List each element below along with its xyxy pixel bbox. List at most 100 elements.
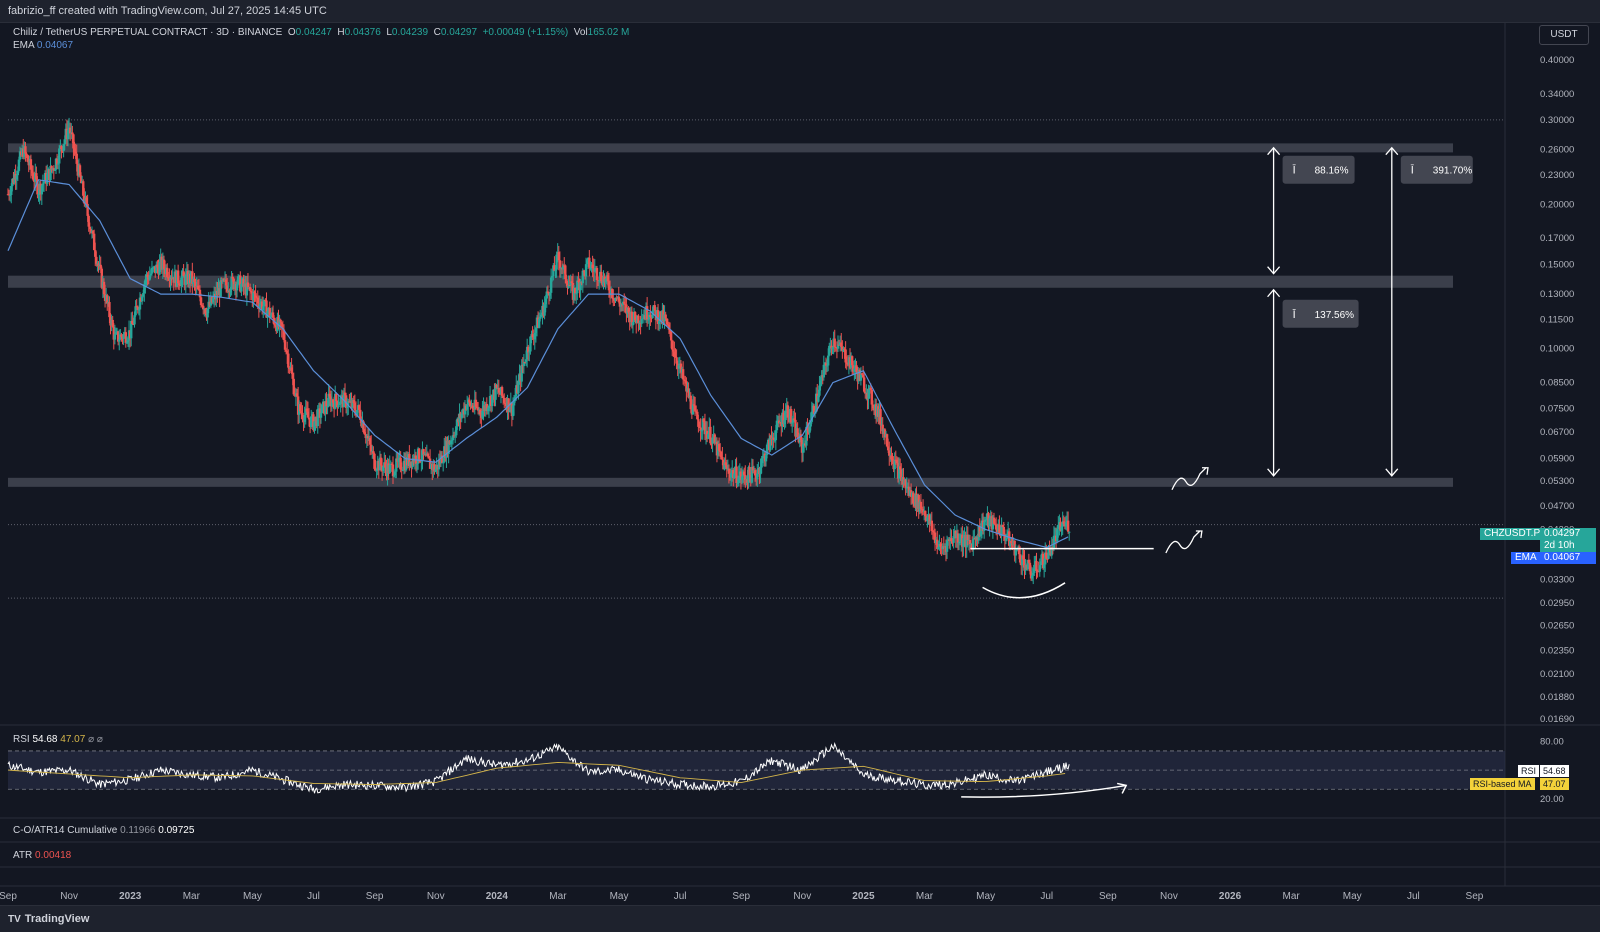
footer-bar: TV TradingView <box>0 905 1600 932</box>
candle-body <box>1066 520 1070 532</box>
measure-label: 137.56% <box>1315 310 1355 321</box>
time-tick-label: Nov <box>793 891 811 902</box>
price-chart[interactable]: Ī88.16%Ī137.56%Ī391.70% 0.460000.400000.… <box>0 0 1600 905</box>
time-tick-label: Nov <box>60 891 78 902</box>
co-atr-value-1: 0.11966 <box>120 825 156 836</box>
open-value: 0.04247 <box>295 27 332 38</box>
ema-axis-label: EMA <box>1511 552 1540 564</box>
time-tick-label: Jul <box>1407 891 1420 902</box>
price-tick-label: 0.05900 <box>1540 454 1574 465</box>
candle-body <box>246 282 250 288</box>
measure-label: 88.16% <box>1315 166 1349 177</box>
candle-body <box>307 417 311 420</box>
price-tick-label: 0.03300 <box>1540 575 1574 586</box>
price-tick-label: 0.40000 <box>1540 55 1574 66</box>
price-tick-label: 0.01690 <box>1540 714 1574 725</box>
time-tick-label: May <box>976 891 995 902</box>
candle-body <box>417 448 421 462</box>
tv-logo-icon[interactable]: TV TradingView <box>8 913 89 925</box>
time-tick-label: May <box>243 891 262 902</box>
rsi-axis-tag: 54.68 <box>1540 765 1569 777</box>
co-atr-value-2: 0.09725 <box>158 825 195 836</box>
price-tick-label: 0.02650 <box>1540 620 1574 631</box>
resistance-zone <box>8 143 1453 153</box>
candle-body <box>88 226 92 230</box>
measure-label: 391.70% <box>1433 166 1473 177</box>
price-tick-label: 0.34000 <box>1540 89 1574 100</box>
price-tick-label: 0.20000 <box>1540 199 1574 210</box>
currency-button[interactable]: USDT <box>1539 25 1589 45</box>
rsi-axis-label: RSI <box>1518 765 1540 777</box>
time-tick-label: Nov <box>1160 891 1178 902</box>
candle-body <box>871 404 875 409</box>
price-tick-label: 0.17000 <box>1540 233 1574 244</box>
ema-axis-tag: 0.04067 <box>1540 552 1596 564</box>
candle-body <box>1035 561 1038 571</box>
brand-name: TradingView <box>24 913 90 925</box>
time-tick-label: Sep <box>732 891 750 902</box>
rsi-value: 54.68 <box>32 734 58 745</box>
time-tick-label: Mar <box>183 891 201 902</box>
rsi-legend: RSI 54.68 47.07 ⌀ ⌀ <box>13 734 103 745</box>
time-tick-label: Mar <box>549 891 567 902</box>
open-label: O <box>287 27 296 38</box>
close-label: C <box>433 27 441 38</box>
price-tick-label: 0.02350 <box>1540 645 1574 656</box>
time-tick-label: Jul <box>307 891 320 902</box>
time-tick-label: May <box>1343 891 1362 902</box>
time-tick-label: Jul <box>1040 891 1053 902</box>
candle-body <box>709 426 712 444</box>
rsi-tick-label: 20.00 <box>1540 794 1564 805</box>
last-price-tag: 0.04297 <box>1540 528 1596 540</box>
price-tick-label: 0.30000 <box>1540 115 1574 126</box>
candle-body <box>833 338 836 348</box>
price-tick-label: 0.02100 <box>1540 669 1574 680</box>
time-tick-label: 2025 <box>852 891 875 902</box>
time-tick-label: Mar <box>916 891 934 902</box>
price-tick-label: 0.10000 <box>1540 344 1574 355</box>
symbol-price-tag: CHZUSDT.P <box>1480 528 1540 540</box>
high-value: 0.04376 <box>344 27 381 38</box>
change-value: +0.00049 (+1.15%) <box>482 27 569 38</box>
price-tick-label: 0.11500 <box>1540 315 1574 326</box>
ema-value: 0.04067 <box>36 40 74 51</box>
time-tick-label: Sep <box>366 891 384 902</box>
price-tick-label: 0.04700 <box>1540 501 1574 512</box>
atr-value: 0.00418 <box>35 850 72 861</box>
price-tick-label: 0.26000 <box>1540 145 1574 156</box>
co-atr-legend: C-O/ATR14 Cumulative 0.11966 0.09725 <box>13 825 194 836</box>
candle-body <box>319 413 323 418</box>
candle-body <box>1018 554 1022 563</box>
candle-body <box>786 405 790 418</box>
symbol-title: Chiliz / TetherUS PERPETUAL CONTRACT · 3… <box>13 27 283 38</box>
candle-body <box>721 457 724 460</box>
time-tick-label: Nov <box>427 891 445 902</box>
close-value: 0.04297 <box>440 27 478 38</box>
price-tick-label: 0.13000 <box>1540 289 1574 300</box>
candle-body <box>335 393 338 402</box>
candle-body <box>826 355 830 366</box>
candle-body <box>134 306 137 316</box>
candle-body <box>912 492 915 504</box>
atr-legend: ATR 0.00418 <box>13 850 71 861</box>
candle-body <box>962 538 965 547</box>
time-tick-label: 2023 <box>119 891 142 902</box>
candle-body <box>664 314 667 319</box>
time-tick-label: Sep <box>1466 891 1484 902</box>
bounce-arrow <box>1165 530 1201 554</box>
time-tick-label: May <box>610 891 629 902</box>
rsi-ma-value: 47.07 <box>60 734 86 745</box>
rsi-ma-axis-label: RSI-based MA <box>1470 778 1535 790</box>
candle-body <box>653 305 656 311</box>
price-tick-label: 0.02950 <box>1540 598 1574 609</box>
price-tick-label: 0.01880 <box>1540 692 1574 703</box>
price-tick-label: 0.05300 <box>1540 476 1574 487</box>
time-tick-label: 2026 <box>1219 891 1242 902</box>
price-tick-label: 0.06700 <box>1540 427 1574 438</box>
symbol-legend: Chiliz / TetherUS PERPETUAL CONTRACT · 3… <box>13 27 629 38</box>
countdown-tag: 2d 10h <box>1540 540 1596 552</box>
time-tick-label: Jul <box>674 891 687 902</box>
rsi-settings-icon[interactable]: ⌀ ⌀ <box>88 734 103 745</box>
price-tick-label: 0.08500 <box>1540 378 1574 389</box>
rsi-label: RSI <box>13 734 30 745</box>
